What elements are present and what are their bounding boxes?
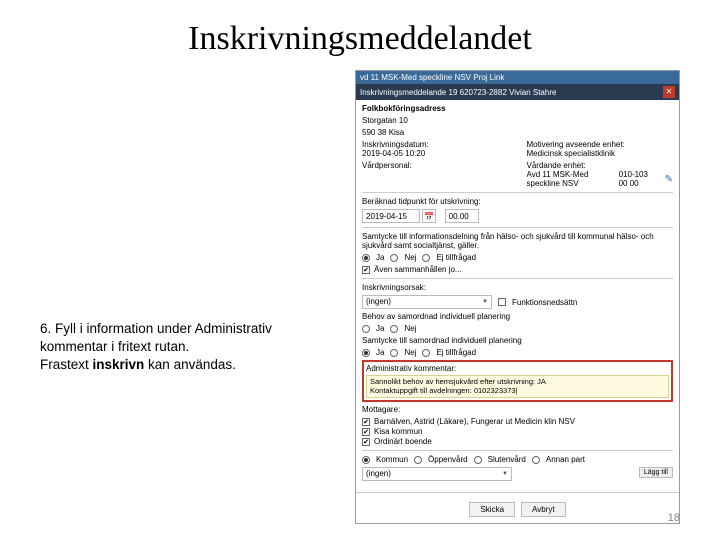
admin-comment-textarea[interactable]: Sannolikt behov av hemsjukvård efter uts… — [366, 375, 669, 398]
vardande-enhet-value: Avd 11 MSK-Med speckline NSV — [527, 170, 617, 188]
highlighted-admin-area: Administrativ kommentar: Sannolikt behov… — [362, 360, 673, 402]
plan-yes-radio[interactable] — [362, 349, 370, 357]
plan-no-label: Nej — [404, 348, 416, 357]
inskrivorsak-select[interactable]: (ingen)▼ — [362, 295, 492, 309]
scope-kommun-radio[interactable] — [362, 456, 370, 464]
recv2-checkbox[interactable] — [362, 428, 370, 436]
instruction-line2: Frastext inskrivn kan användas. — [40, 356, 330, 374]
scope-kommun-label: Kommun — [376, 455, 408, 464]
slide-title: Inskrivningsmeddelandet — [0, 0, 720, 58]
instruction-text: 6. Fyll i information under Administrati… — [40, 320, 330, 375]
scope-sluten-radio[interactable] — [474, 456, 482, 464]
consent-no-label: Nej — [404, 253, 416, 262]
page-number: 18 — [668, 512, 680, 524]
recv1-label: Barnälven, Astrid (Läkare), Fungerar ut … — [374, 417, 575, 426]
motivering-value: Medicinsk specialistklinik — [527, 149, 674, 158]
samtycke-label: Samtycke till informationsdelning från h… — [362, 232, 673, 250]
close-icon[interactable]: ✕ — [663, 86, 675, 98]
cancel-button[interactable]: Avbryt — [521, 502, 566, 517]
scope-annan-radio[interactable] — [532, 456, 540, 464]
instruction-line1: 6. Fyll i information under Administrati… — [40, 320, 330, 356]
window-titlebar: vd 11 MSK-Med speckline NSV Proj Link — [356, 71, 679, 84]
consent-no-radio[interactable] — [390, 254, 398, 262]
consent-yes-radio[interactable] — [362, 254, 370, 262]
vardande-enhet-label: Vårdande enhet: — [527, 161, 674, 170]
need-yes-radio[interactable] — [362, 325, 370, 333]
mottagare-label: Mottagare: — [362, 405, 673, 414]
t2c: kan användas. — [144, 357, 236, 372]
calendar-icon[interactable]: 📅 — [422, 209, 436, 223]
addr-line1: Storgatan 10 — [362, 116, 673, 125]
bottom-select[interactable]: (ingen)▼ — [362, 467, 512, 481]
inskrivdatum-value: 2019-04-05 10:20 — [362, 149, 509, 158]
need-yes-label: Ja — [376, 324, 384, 333]
inskrivorsak-label: Inskrivningsorsak: — [362, 283, 673, 292]
app-window: vd 11 MSK-Med speckline NSV Proj Link In… — [355, 70, 680, 524]
recv1-checkbox[interactable] — [362, 418, 370, 426]
behov-label: Behov av samordnad individuell planering — [362, 312, 673, 321]
beraknad-label: Beräknad tidpunkt för utskrivning: — [362, 197, 673, 206]
motivering-label: Motivering avseende enhet: — [527, 140, 674, 149]
need-no-label: Nej — [404, 324, 416, 333]
edit-pencil-icon[interactable]: ✎ — [665, 174, 673, 185]
consent-na-label: Ej tillfrågad — [436, 253, 476, 262]
scope-oppen-label: Öppenvård — [428, 455, 468, 464]
plan-yes-label: Ja — [376, 348, 384, 357]
panel-header: Inskrivningsmeddelande 19 620723-2882 Vi… — [356, 84, 679, 100]
comment-line2: Kontaktuppgift till avdelningen: 0102323… — [370, 387, 665, 396]
need-no-radio[interactable] — [390, 325, 398, 333]
scope-sluten-label: Slutenvård — [488, 455, 526, 464]
plan-na-label: Ej tillfrågad — [436, 348, 476, 357]
scope-annan-label: Annan part — [546, 455, 585, 464]
recv2-label: Kisa kommun — [374, 427, 422, 436]
plan-no-radio[interactable] — [390, 349, 398, 357]
also-checkbox[interactable] — [362, 266, 370, 274]
panel-header-text: Inskrivningsmeddelande 19 620723-2882 Vi… — [360, 88, 556, 97]
addr-label: Folkbokföringsadress — [362, 104, 446, 113]
addr-line2: 590 38 Kisa — [362, 128, 673, 137]
also-label: Även sammanhållen jo... — [374, 265, 462, 274]
recv3-label: Ordinärt boende — [374, 437, 432, 446]
t2a: Frastext — [40, 357, 93, 372]
plan-na-radio[interactable] — [422, 349, 430, 357]
discharge-time-field[interactable]: 00.00 — [445, 209, 479, 223]
admin-label: Administrativ kommentar: — [366, 364, 669, 373]
phone-value: 010-103 00 00 — [619, 170, 659, 188]
inskrivdatum-label: Inskrivningsdatum: — [362, 140, 509, 149]
discharge-date-field[interactable]: 2019-04-15 — [362, 209, 420, 223]
samtycke-plan-label: Samtycke till samordnad individuell plan… — [362, 336, 673, 345]
consent-yes-label: Ja — [376, 253, 384, 262]
vardpersonal-label: Vårdpersonal: — [362, 161, 509, 170]
consent-na-radio[interactable] — [422, 254, 430, 262]
funkned-label: Funktionsnedsättn — [512, 298, 577, 307]
t2b: inskrivn — [93, 357, 145, 372]
scope-oppen-radio[interactable] — [414, 456, 422, 464]
funkned-checkbox[interactable] — [498, 298, 506, 306]
send-button[interactable]: Skicka — [469, 502, 515, 517]
lagg-till-button[interactable]: Lägg till — [639, 467, 673, 478]
recv3-checkbox[interactable] — [362, 438, 370, 446]
